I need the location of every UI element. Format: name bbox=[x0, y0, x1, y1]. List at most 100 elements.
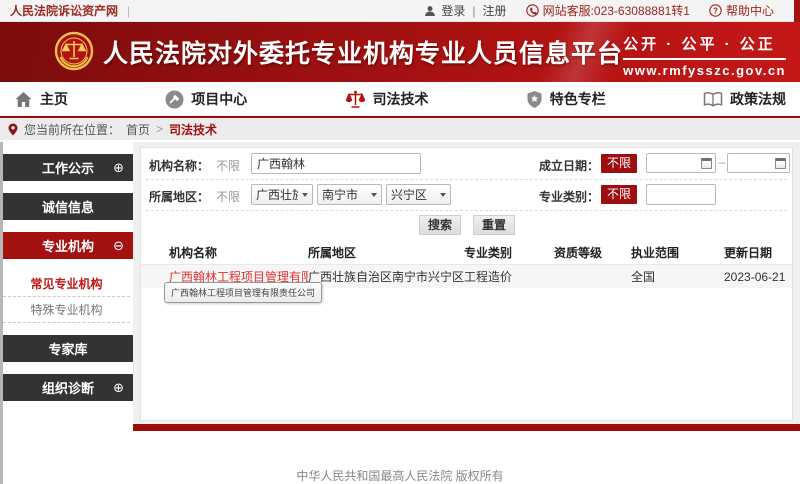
calendar-icon[interactable] bbox=[775, 158, 786, 169]
org-name-input[interactable] bbox=[251, 153, 421, 174]
login-separator: | bbox=[472, 4, 475, 18]
banner-right: 公开 · 公平 · 公正 www.rmfysszc.gov.cn bbox=[623, 33, 786, 78]
expand-plus-icon: ⊕ bbox=[113, 380, 124, 396]
sidebar-subitem-common-orgs[interactable]: 常见专业机构 bbox=[3, 271, 130, 297]
filter-separator bbox=[146, 179, 787, 180]
top-utility-bar: 人民法院诉讼资产网 | 登录 | 注册 网站客服:023-63088881转1 … bbox=[0, 0, 800, 22]
filter-separator bbox=[146, 210, 787, 211]
topbar-divider: | bbox=[127, 4, 130, 18]
sidebar-item-org-diagnosis[interactable]: 组织诊断 ⊕ bbox=[3, 374, 133, 401]
sidebar-subitem-label: 特殊专业机构 bbox=[30, 301, 102, 318]
sidebar-item-expert-library[interactable]: 专家库 bbox=[3, 335, 133, 362]
col-header-region: 所属地区 bbox=[308, 244, 464, 261]
site-banner: 人民法院对外委托专业机构专业人员信息平台 公开 · 公平 · 公正 www.rm… bbox=[0, 22, 800, 82]
cell-region: 广西壮族自治区南宁市兴宁区 bbox=[308, 268, 464, 285]
search-results-panel: 机构名称： 不限 成立日期： 不限 --- 所属地区： 不限 bbox=[140, 147, 793, 421]
sidebar-item-label: 工作公示 bbox=[42, 158, 94, 177]
register-link[interactable]: 注册 bbox=[483, 2, 507, 19]
founded-nolimit-button[interactable]: 不限 bbox=[601, 154, 637, 173]
org-name-nolimit: 不限 bbox=[216, 157, 240, 174]
nav-label: 司法技术 bbox=[373, 89, 429, 109]
nav-label: 特色专栏 bbox=[550, 89, 606, 109]
main-nav: 主页 项目中心 司法技术 bbox=[0, 82, 800, 118]
help-icon: ? bbox=[709, 4, 722, 17]
date-range-group: --- bbox=[646, 153, 790, 173]
topbar-right: 登录 | 注册 网站客服:023-63088881转1 ? 帮助中心 bbox=[424, 2, 790, 19]
nav-label: 主页 bbox=[40, 89, 68, 109]
login-link[interactable]: 登录 bbox=[441, 2, 465, 19]
copyright-text: 中华人民共和国最高人民法院 版权所有 bbox=[0, 467, 800, 484]
page: 人民法院诉讼资产网 | 登录 | 注册 网站客服:023-63088881转1 … bbox=[0, 0, 800, 484]
province-select[interactable]: 广西壮族自治 bbox=[251, 184, 313, 205]
sidebar-item-label: 组织诊断 bbox=[42, 378, 94, 397]
org-name-tooltip: 广西翰林工程项目管理有限责任公司 bbox=[164, 282, 322, 303]
content-area: 机构名称： 不限 成立日期： 不限 --- 所属地区： 不限 bbox=[133, 142, 800, 431]
sidebar-subitem-special-orgs[interactable]: 特殊专业机构 bbox=[3, 297, 130, 323]
district-select[interactable]: 兴宁区 bbox=[386, 184, 451, 205]
sidebar-item-work-publicity[interactable]: 工作公示 ⊕ bbox=[3, 154, 133, 181]
main-region: 工作公示 ⊕ 诚信信息 专业机构 ⊖ 常见专业机构 特殊专业机构 专家库 组织诊… bbox=[0, 142, 800, 484]
founded-date-label: 成立日期： bbox=[539, 157, 599, 174]
nav-label: 政策法规 bbox=[730, 89, 786, 109]
collapse-minus-icon: ⊖ bbox=[113, 238, 124, 254]
sidebar: 工作公示 ⊕ 诚信信息 专业机构 ⊖ 常见专业机构 特殊专业机构 专家库 组织诊… bbox=[0, 142, 133, 484]
breadcrumb: 您当前所在位置： 首页 > 司法技术 bbox=[0, 118, 800, 140]
action-button-row: 搜索 重置 bbox=[141, 213, 792, 236]
region-label: 所属地区： bbox=[149, 188, 209, 205]
col-header-level: 资质等级 bbox=[554, 244, 631, 261]
expand-plus-icon: ⊕ bbox=[113, 160, 124, 176]
scrollbar-strip[interactable] bbox=[794, 0, 800, 22]
cell-scope: 全国 bbox=[631, 268, 724, 285]
col-header-name: 机构名称 bbox=[169, 244, 308, 261]
filter-row-name-date: 机构名称： 不限 成立日期： 不限 --- bbox=[141, 151, 792, 177]
svg-text:?: ? bbox=[713, 6, 718, 15]
calendar-icon[interactable] bbox=[701, 158, 712, 169]
category-nolimit-button[interactable]: 不限 bbox=[601, 185, 637, 204]
site-name-link[interactable]: 人民法院诉讼资产网 bbox=[10, 2, 118, 19]
cell-category: 工程造价 bbox=[464, 268, 554, 285]
badge-shield-icon bbox=[526, 90, 543, 109]
col-header-category: 专业类别 bbox=[464, 244, 554, 261]
col-header-scope: 执业范围 bbox=[631, 244, 724, 261]
district-select-value: 兴宁区 bbox=[391, 186, 427, 203]
date-to-input[interactable] bbox=[727, 153, 790, 173]
help-center-link[interactable]: 帮助中心 bbox=[726, 2, 774, 19]
nav-item-home[interactable]: 主页 bbox=[14, 89, 68, 109]
website-url: www.rmfysszc.gov.cn bbox=[623, 63, 786, 78]
filter-row-region-category: 所属地区： 不限 广西壮族自治 南宁市 兴宁区 bbox=[141, 182, 792, 208]
service-phone: 网站客服:023-63088881转1 bbox=[543, 2, 690, 19]
user-icon bbox=[424, 5, 436, 17]
region-nolimit: 不限 bbox=[216, 188, 240, 205]
help-group: ? 帮助中心 bbox=[709, 2, 774, 19]
nav-item-project-center[interactable]: 项目中心 bbox=[165, 89, 247, 109]
reset-button[interactable]: 重置 bbox=[473, 215, 515, 235]
breadcrumb-home-link[interactable]: 首页 bbox=[126, 121, 150, 138]
footer-red-bar bbox=[133, 424, 800, 431]
category-input[interactable] bbox=[646, 184, 716, 205]
region-select-group: 广西壮族自治 南宁市 兴宁区 bbox=[251, 184, 451, 205]
scales-icon bbox=[345, 90, 366, 109]
sidebar-item-label: 专家库 bbox=[48, 339, 87, 358]
city-select[interactable]: 南宁市 bbox=[317, 184, 382, 205]
book-icon bbox=[703, 91, 723, 108]
breadcrumb-separator: > bbox=[156, 122, 163, 136]
project-icon bbox=[165, 90, 184, 109]
breadcrumb-prefix: 您当前所在位置： bbox=[24, 121, 120, 138]
nav-item-judicial-tech[interactable]: 司法技术 bbox=[345, 89, 429, 109]
phone-icon bbox=[526, 4, 539, 17]
sidebar-item-integrity-info[interactable]: 诚信信息 bbox=[3, 193, 133, 220]
service-group: 网站客服:023-63088881转1 bbox=[526, 2, 690, 19]
nav-item-featured-column[interactable]: 特色专栏 bbox=[526, 89, 606, 109]
date-from-input[interactable] bbox=[646, 153, 716, 173]
sidebar-item-professional-orgs[interactable]: 专业机构 ⊖ bbox=[3, 232, 133, 259]
sidebar-item-label: 专业机构 bbox=[42, 236, 94, 255]
org-name-label: 机构名称： bbox=[149, 157, 209, 174]
sidebar-subitem-label: 常见专业机构 bbox=[30, 275, 102, 292]
chevron-down-icon bbox=[440, 193, 446, 197]
court-emblem-logo bbox=[54, 31, 94, 73]
city-select-value: 南宁市 bbox=[322, 186, 358, 203]
home-icon bbox=[14, 91, 33, 108]
search-button[interactable]: 搜索 bbox=[419, 215, 461, 235]
col-header-updated: 更新日期 bbox=[724, 244, 792, 261]
nav-item-policies[interactable]: 政策法规 bbox=[703, 89, 786, 109]
